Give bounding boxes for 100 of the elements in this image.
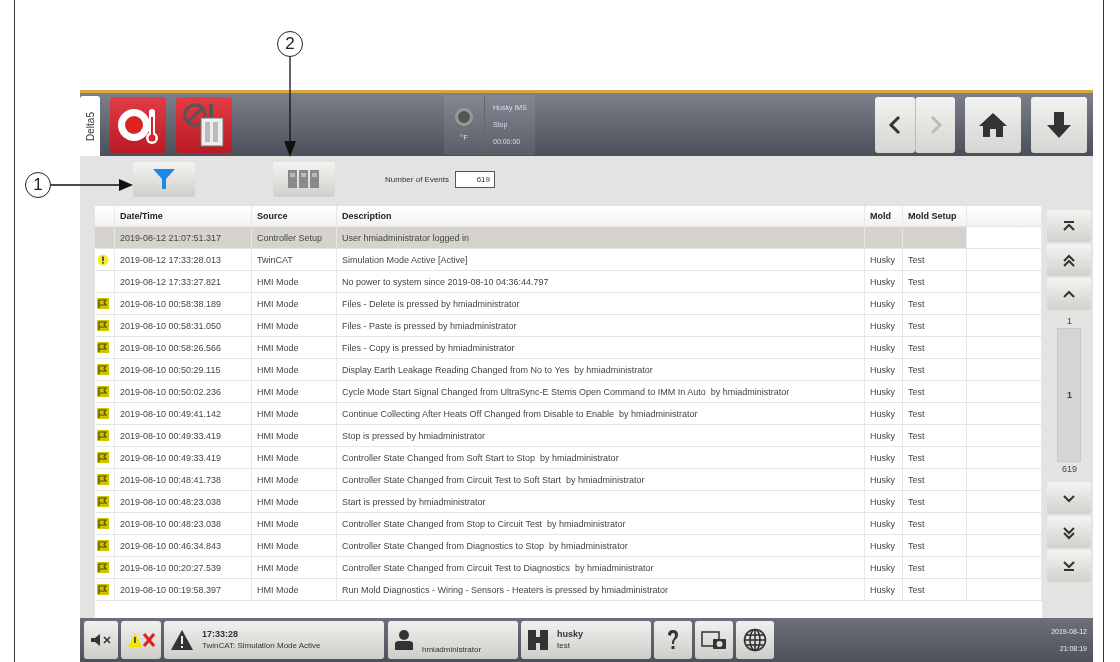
table-cell: HMI Mode: [252, 293, 337, 314]
table-cell: HMI Mode: [252, 403, 337, 424]
user-name: hmiadministrator: [422, 645, 482, 656]
event-row[interactable]: 2019-08-10 00:20:27.539 HMI Mode Controller State Changed from Circuit Test to Diagnostics by hmiadministrator Husky Test: [95, 557, 1042, 579]
chevron-up-icon: [1062, 289, 1077, 299]
scroll-bottom-icon: [1062, 561, 1077, 571]
table-cell: Husky: [865, 403, 903, 424]
event-row[interactable]: 2019-08-10 00:49:33.419 HMI Mode Stop is pressed by hmiadministrator Husky Test: [95, 425, 1042, 447]
active-alarm-button[interactable]: 17:33:28 TwinCAT: Simulation Mode Active: [164, 621, 384, 659]
screenshot-button[interactable]: [695, 621, 733, 659]
flag-icon: [97, 540, 109, 551]
mute-button[interactable]: [84, 621, 118, 659]
double-chevron-down-icon: [1062, 524, 1077, 540]
table-cell: Husky: [865, 315, 903, 336]
prohibited-device-button[interactable]: [176, 96, 232, 153]
table-cell: Test: [903, 403, 967, 424]
home-button[interactable]: [965, 96, 1021, 153]
page-scroll-thumb[interactable]: 1: [1057, 328, 1082, 462]
table-cell: Test: [903, 271, 967, 292]
table-cell: Test: [903, 579, 967, 600]
warning-icon: [170, 629, 194, 651]
table-cell: HMI Mode: [252, 381, 337, 402]
event-row[interactable]: 2019-08-12 17:33:28.013 TwinCAT Simulation Mode Active [Active] Husky Test: [95, 249, 1042, 271]
table-cell: Husky: [865, 447, 903, 468]
table-cell: 2019-08-10 00:58:26.566: [115, 337, 252, 358]
page-down-button[interactable]: [1047, 516, 1092, 548]
table-cell: 2019-08-10 00:49:41.142: [115, 403, 252, 424]
event-row[interactable]: 2019-08-10 00:48:23.038 HMI Mode Start is pressed by hmiadministrator Husky Test: [95, 491, 1042, 513]
event-row[interactable]: 2019-08-10 00:50:02.236 HMI Mode Cycle Mode Start Signal Changed from UltraSync-E Stems Open Command to IMM In Auto by hmiadministrator Husky Test: [95, 381, 1042, 403]
mold-name: husky: [557, 629, 583, 640]
table-cell: Display Earth Leakage Reading Changed from No to Yes by hmiadministrator: [337, 359, 865, 380]
table-cell: 2019-08-12 21:07:51.317: [115, 227, 252, 248]
help-button[interactable]: [654, 621, 692, 659]
event-row[interactable]: 2019-08-10 00:58:38.189 HMI Mode Files - Delete is pressed by hmiadministrator Husky Test: [95, 293, 1042, 315]
column-header[interactable]: Description: [337, 206, 865, 226]
delta5-tab[interactable]: Delta5: [80, 96, 100, 156]
scroll-top-icon: [1062, 221, 1077, 231]
table-cell: Files - Copy is pressed by hmiadministrator: [337, 337, 865, 358]
user-icon: [394, 629, 414, 651]
table-cell: 2019-08-10 00:58:38.189: [115, 293, 252, 314]
filter-button[interactable]: [133, 161, 195, 197]
columns-button[interactable]: [273, 161, 335, 197]
alarm-message: TwinCAT: Simulation Mode Active: [202, 640, 321, 651]
chevron-down-icon: [1062, 493, 1077, 503]
home-icon: [978, 111, 1008, 138]
event-row[interactable]: 2019-08-10 00:58:31.050 HMI Mode Files - Paste is pressed by hmiadministrator Husky Test: [95, 315, 1042, 337]
column-header[interactable]: Date/Time: [115, 206, 252, 226]
warning-icon: [97, 253, 109, 266]
down-arrow-button[interactable]: [1031, 96, 1087, 153]
flag-icon: [97, 342, 109, 353]
event-row[interactable]: 2019-08-10 00:48:23.038 HMI Mode Controller State Changed from Stop to Circuit Test by hmiadministrator Husky Test: [95, 513, 1042, 535]
scroll-bottom-button[interactable]: [1047, 550, 1092, 582]
event-row[interactable]: 2019-08-10 00:48:41.738 HMI Mode Controller State Changed from Circuit Test to Soft Start by hmiadministrator Husky Test: [95, 469, 1042, 491]
event-row[interactable]: 2019-08-10 00:50:29.115 HMI Mode Display Earth Leakage Reading Changed from No to Yes by hmiadministrator Husky Test: [95, 359, 1042, 381]
event-row[interactable]: 2019-08-10 00:49:33.419 HMI Mode Controller State Changed from Soft Start to Stop by hmiadministrator Husky Test: [95, 447, 1042, 469]
table-cell: HMI Mode: [252, 447, 337, 468]
event-row[interactable]: 2019-08-12 21:07:51.317 Controller Setup User hmiadministrator logged in: [95, 227, 1042, 249]
table-cell: Test: [903, 249, 967, 270]
table-cell: HMI Mode: [252, 271, 337, 292]
table-cell: Test: [903, 293, 967, 314]
alarm-reset-button[interactable]: [121, 621, 161, 659]
event-row[interactable]: 2019-08-12 17:33:27.821 HMI Mode No power to system since 2019-08-10 04:36:44.797 Husky Test: [95, 271, 1042, 293]
table-cell: Test: [903, 381, 967, 402]
event-row[interactable]: 2019-08-10 00:58:26.566 HMI Mode Files - Copy is pressed by hmiadministrator Husky Test: [95, 337, 1042, 359]
table-cell: HMI Mode: [252, 469, 337, 490]
screenshot-camera-icon: [701, 629, 727, 651]
back-button[interactable]: [875, 96, 915, 153]
event-count-field: 619: [455, 170, 496, 188]
column-header[interactable]: Mold Setup: [903, 206, 967, 226]
table-cell: Continue Collecting After Heats Off Changed from Disable to Enable by hmiadministrator: [337, 403, 865, 424]
table-cell: User hmiadministrator logged in: [337, 227, 865, 248]
table-cell: Test: [903, 447, 967, 468]
event-row[interactable]: 2019-08-10 00:46:34.843 HMI Mode Controller State Changed from Diagnostics to Stop by hmiadministrator Husky Test: [95, 535, 1042, 557]
table-cell: HMI Mode: [252, 535, 337, 556]
table-cell: Husky: [865, 249, 903, 270]
table-cell: HMI Mode: [252, 579, 337, 600]
page-up-button[interactable]: [1047, 244, 1092, 276]
temperature-button[interactable]: [110, 96, 166, 153]
table-cell: Husky: [865, 381, 903, 402]
columns-icon: [287, 169, 321, 189]
flag-icon: [97, 320, 109, 331]
event-row[interactable]: 2019-08-10 00:49:41.142 HMI Mode Continue Collecting After Heats Off Changed from Disable to Enable by hmiadministrator Husky Test: [95, 403, 1042, 425]
first-page-number: 1: [1066, 316, 1072, 326]
event-row[interactable]: 2019-08-10 00:19:58.397 HMI Mode Run Mold Diagnostics - Wiring - Sensors - Heaters is pressed by hmiadministrator Husky Test: [95, 579, 1042, 601]
column-header[interactable]: Mold: [865, 206, 903, 226]
forward-icon: [928, 114, 943, 135]
flag-icon: [97, 518, 109, 529]
table-cell: 2019-08-10 00:46:34.843: [115, 535, 252, 556]
table-cell: Simulation Mode Active [Active]: [337, 249, 865, 270]
user-button[interactable]: hmiadministrator: [388, 621, 518, 659]
status-lamp-icon: [454, 107, 474, 127]
scroll-top-button[interactable]: [1047, 210, 1092, 242]
language-button[interactable]: [736, 621, 774, 659]
table-cell: Start is pressed by hmiadministrator: [337, 491, 865, 512]
flag-icon: [97, 364, 109, 375]
mold-button[interactable]: husky test: [521, 621, 651, 659]
alarm-time: 17:33:28: [202, 629, 239, 640]
column-header[interactable]: Source: [252, 206, 337, 226]
table-cell: HMI Mode: [252, 557, 337, 578]
table-cell: HMI Mode: [252, 513, 337, 534]
